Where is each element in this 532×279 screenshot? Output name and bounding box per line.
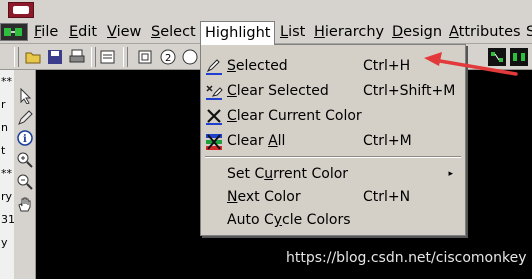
- clear-x-icon: [206, 109, 222, 125]
- vertical-toolbar: i: [14, 70, 36, 279]
- pointer-icon[interactable]: [17, 88, 33, 104]
- app-logo-icon: [8, 2, 34, 18]
- panel-text: n: [1, 121, 8, 134]
- properties-icon[interactable]: [99, 48, 117, 66]
- menu-edit[interactable]: Edit: [65, 22, 101, 42]
- menu-view[interactable]: View: [103, 22, 145, 42]
- pencil-icon: [206, 59, 222, 75]
- zoom-box-icon[interactable]: [136, 48, 154, 66]
- menu-item-next-color[interactable]: Next Color Ctrl+N: [201, 186, 465, 209]
- save-icon[interactable]: [46, 48, 64, 66]
- svg-text:i: i: [23, 134, 27, 145]
- menu-shortcut: Ctrl+N: [363, 189, 411, 205]
- menu-item-auto-cycle-colors[interactable]: Auto Cycle Colors: [201, 209, 465, 232]
- left-panel: ** r n t ** ry 31 y: [0, 70, 14, 279]
- menu-item-label: Clear Current Color: [227, 108, 362, 124]
- toolbar-grip[interactable]: [14, 47, 19, 67]
- menu-item-label: Auto Cycle Colors: [227, 212, 351, 228]
- menu-shortcut: Ctrl+H: [363, 58, 411, 74]
- svg-text:2: 2: [165, 53, 171, 64]
- menu-file[interactable]: File: [30, 22, 62, 42]
- menu-item-clear-current-color[interactable]: Clear Current Color: [201, 105, 465, 128]
- menu-list[interactable]: List: [276, 22, 309, 42]
- toolbar-grip[interactable]: [123, 47, 128, 67]
- toolbar-toggle-icon[interactable]: [0, 23, 28, 41]
- menu-item-label: Next Color: [227, 189, 301, 205]
- annotation-arrow-icon: [424, 52, 518, 76]
- submenu-arrow-icon: ▸: [448, 169, 453, 179]
- info-icon[interactable]: i: [17, 130, 33, 146]
- menu-design[interactable]: Design: [388, 22, 446, 42]
- menu-item-label: Clear Selected: [227, 83, 329, 99]
- panel-text: r: [1, 98, 6, 111]
- panel-text: t: [1, 144, 6, 157]
- menu-item-clear-all[interactable]: Clear All Ctrl+M: [201, 130, 465, 153]
- menu-item-set-current-color[interactable]: Set Current Color ▸: [201, 163, 465, 186]
- menu-item-label: Selected: [227, 58, 288, 74]
- panel-text: 31: [1, 213, 14, 226]
- print-icon[interactable]: [68, 48, 86, 66]
- menu-item-label: Clear All: [227, 133, 286, 149]
- menu-overflow[interactable]: S: [522, 22, 532, 42]
- menu-hierarchy[interactable]: Hierarchy: [310, 22, 388, 42]
- panel-text: y: [1, 236, 8, 249]
- title-bar: [0, 0, 532, 20]
- menu-shortcut: Ctrl+M: [363, 133, 412, 149]
- watermark-text: https://blog.csdn.net/ciscomonkey: [286, 250, 527, 266]
- panel-text: **: [1, 75, 12, 88]
- toolbar-grip[interactable]: [91, 47, 96, 67]
- menu-attributes[interactable]: Attributes: [445, 22, 525, 42]
- panel-text: ry: [1, 190, 13, 203]
- zoom-in-icon[interactable]: [17, 152, 33, 168]
- hand-pan-icon[interactable]: [17, 196, 33, 212]
- open-folder-icon[interactable]: [24, 48, 42, 66]
- clear-pencil-icon: [206, 85, 223, 100]
- pencil-icon[interactable]: [17, 110, 33, 126]
- menu-item-clear-selected[interactable]: Clear Selected Ctrl+Shift+M: [201, 80, 465, 103]
- zoom-out-icon[interactable]: [17, 174, 33, 190]
- zoom-3-icon[interactable]: [181, 48, 199, 66]
- zoom-2-icon[interactable]: 2: [159, 48, 177, 66]
- menu-shortcut: Ctrl+Shift+M: [363, 83, 456, 99]
- menu-separator: [205, 156, 461, 158]
- menu-highlight[interactable]: Highlight: [200, 21, 276, 45]
- clear-all-icon: [206, 134, 222, 150]
- menu-item-label: Set Current Color: [227, 166, 349, 182]
- menu-select[interactable]: Select: [147, 22, 200, 42]
- panel-text: **: [1, 167, 12, 180]
- menu-bar: File Edit View Select Highlight List Hie…: [0, 20, 532, 45]
